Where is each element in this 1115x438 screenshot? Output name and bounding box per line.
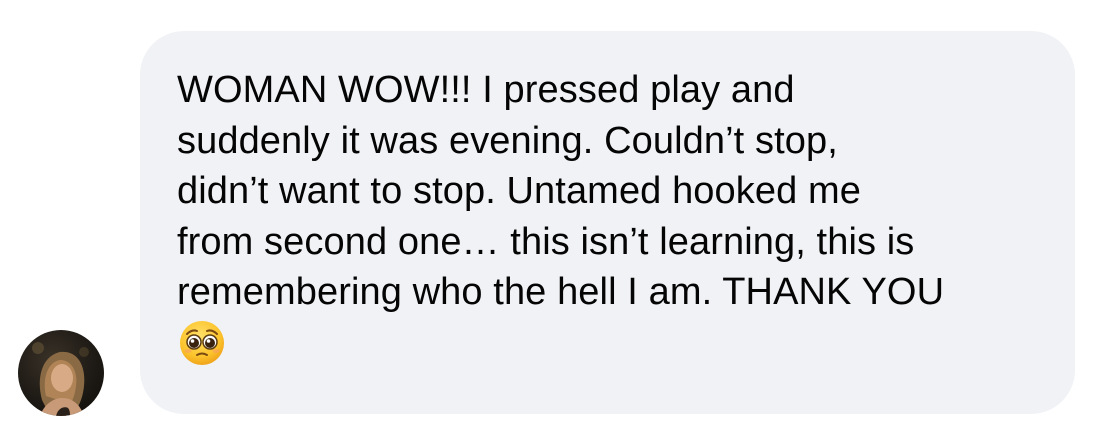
profile-photo-icon [32,342,89,416]
pleading-face-emoji-icon [177,318,227,368]
comment-bubble: WOMAN WOW!!! I pressed play and suddenly… [140,31,1075,414]
comment-thread: WOMAN WOW!!! I pressed play and suddenly… [0,0,1115,438]
avatar[interactable] [18,330,104,416]
comment-text: WOMAN WOW!!! I pressed play and suddenly… [177,69,945,313]
